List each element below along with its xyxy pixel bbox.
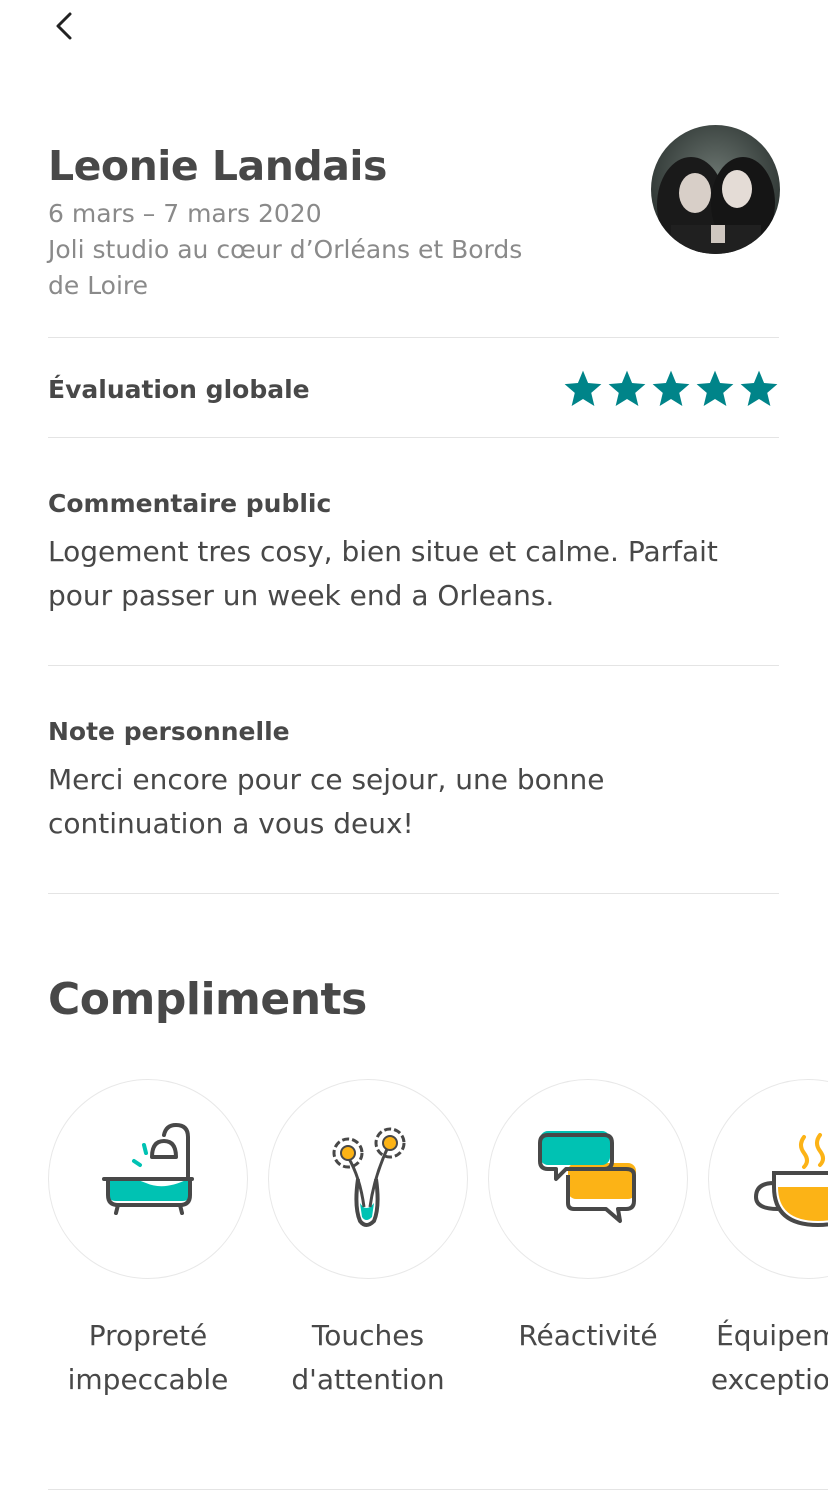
compliment-label: Propreté impeccable: [67, 1319, 229, 1396]
divider: [48, 893, 779, 894]
compliment-cleanliness[interactable]: Propreté impeccable: [48, 1079, 248, 1402]
compliments-carousel[interactable]: Propreté impeccable Touches d'attention …: [48, 1079, 828, 1459]
star-icon: [608, 370, 646, 406]
chat-bubbles-icon: [528, 1117, 648, 1241]
guest-name: Leonie Landais: [48, 142, 387, 190]
guest-avatar[interactable]: [651, 125, 780, 254]
compliment-responsiveness[interactable]: Réactivité: [488, 1079, 688, 1358]
compliment-label: Réactivité: [518, 1319, 658, 1352]
star-icon: [564, 370, 602, 406]
stay-dates: 6 mars – 7 mars 2020: [48, 199, 322, 228]
public-comment-text: Logement tres cosy, bien situe et calme.…: [48, 535, 718, 612]
review-header: Leonie Landais 6 mars – 7 mars 2020 Joli…: [48, 136, 568, 304]
divider: [48, 1489, 828, 1490]
back-button[interactable]: [44, 8, 84, 48]
star-icon: [696, 370, 734, 406]
divider: [48, 437, 779, 438]
star-icon: [740, 370, 778, 406]
divider: [48, 337, 779, 338]
compliment-amenities[interactable]: Équipements exceptionnels: [708, 1079, 828, 1402]
overall-rating-label: Évaluation globale: [48, 375, 310, 404]
private-note-label: Note personnelle: [48, 717, 290, 746]
compliment-attention[interactable]: Touches d'attention: [268, 1079, 468, 1402]
coffee-cup-icon: [748, 1117, 828, 1241]
bathtub-icon: [88, 1117, 208, 1241]
flowers-vase-icon: [308, 1117, 428, 1241]
compliments-title: Compliments: [48, 974, 367, 1025]
listing-title: Joli studio au cœur d’Orléans et Bords d…: [48, 235, 523, 300]
compliment-label: Touches d'attention: [291, 1319, 445, 1396]
compliment-label: Équipements exceptionnels: [710, 1319, 828, 1396]
private-note-text: Merci encore pour ce sejour, une bonne c…: [48, 763, 605, 840]
chevron-left-icon: [54, 10, 74, 46]
public-comment-label: Commentaire public: [48, 489, 332, 518]
divider: [48, 665, 779, 666]
star-icon: [652, 370, 690, 406]
overall-rating-stars: [562, 366, 780, 414]
